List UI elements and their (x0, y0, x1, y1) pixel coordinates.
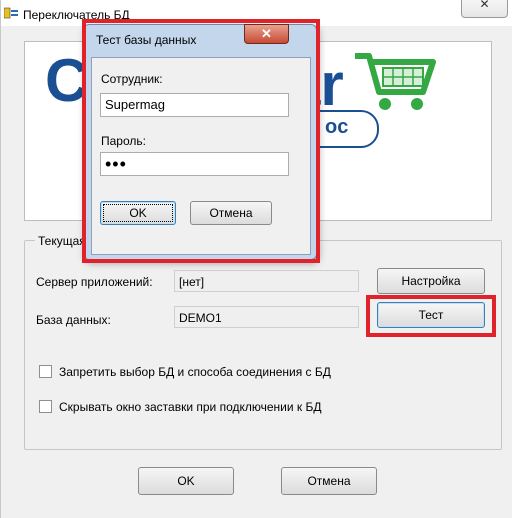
settings-button[interactable]: Настройка (377, 268, 485, 294)
dialog-cancel-button[interactable]: Отмена (190, 201, 272, 225)
server-field: [нет] (174, 270, 359, 292)
restrict-db-checkbox[interactable] (39, 365, 52, 378)
password-label: Пароль: (101, 134, 146, 148)
cancel-button[interactable]: Отмена (281, 467, 377, 495)
dialog-ok-button[interactable]: OK (100, 201, 176, 225)
close-button[interactable]: ✕ (461, 0, 508, 18)
test-button[interactable]: Тест (377, 302, 485, 328)
app-icon (4, 7, 18, 19)
main-titlebar: Переключатель БД ✕ (1, 0, 512, 26)
dialog-body: Сотрудник: Supermag Пароль: ••• OK Отмен… (91, 57, 311, 255)
restrict-db-label: Запретить выбор БД и способа соединения … (59, 365, 331, 379)
hide-splash-checkbox[interactable] (39, 400, 52, 413)
ok-button[interactable]: OK (138, 467, 234, 495)
dialog-title: Тест базы данных (96, 33, 197, 47)
shopping-cart-icon (355, 53, 436, 110)
window-title: Переключатель БД (23, 8, 130, 22)
user-label: Сотрудник: (101, 72, 163, 86)
hide-splash-label: Скрывать окно заставки при подключении к… (59, 400, 322, 414)
db-label: База данных: (36, 313, 111, 327)
test-db-dialog: Тест базы данных ✕ Сотрудник: Supermag П… (83, 24, 317, 260)
server-label: Сервер приложений: (36, 275, 153, 289)
logo-text-left: С (45, 47, 89, 114)
dialog-close-button[interactable]: ✕ (244, 24, 289, 44)
db-field: DEMO1 (174, 306, 359, 328)
user-input[interactable]: Supermag (100, 93, 289, 117)
logo-badge-text: oc (325, 116, 349, 138)
password-input[interactable]: ••• (100, 152, 289, 176)
